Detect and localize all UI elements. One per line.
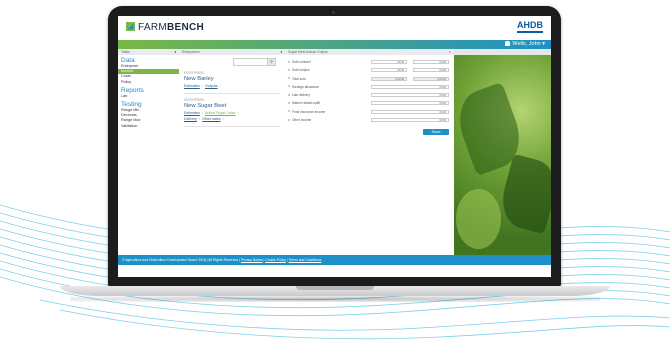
chevron-right-icon: › xyxy=(201,84,203,88)
laptop-notch xyxy=(296,286,374,290)
frost-insurance-income-input[interactable]: 00.00 xyxy=(371,109,449,114)
estimates-link[interactable]: Estimates xyxy=(184,111,200,115)
outputs-link[interactable]: Outputs xyxy=(205,84,218,88)
info-icon xyxy=(288,77,290,80)
item-links: Delivery › Other sales › xyxy=(184,116,280,122)
chevron-right-icon: › xyxy=(201,111,203,115)
nav-section-reports[interactable]: Reports xyxy=(121,87,179,94)
info-icon xyxy=(288,85,290,88)
sold-surplus-value-input[interactable]: 00.00 xyxy=(413,68,449,73)
form-row-total-sold: Total sold 0.00.00 0.00.00 xyxy=(285,75,454,83)
nav-panel: Tasks ◂ Data Enterprise Income Costs Pol… xyxy=(118,49,180,255)
info-icon xyxy=(288,101,290,104)
field-label: Other income xyxy=(292,118,312,123)
search-row: ⚲ xyxy=(179,55,285,67)
chevron-right-icon: › xyxy=(222,117,224,121)
nav-item-validation[interactable]: Validation xyxy=(118,124,179,129)
form-panel-title: Sugar Beet Actual Output xyxy=(288,50,328,54)
other-income-input[interactable]: 00.00 xyxy=(371,118,449,123)
nav-panel-header: Tasks ◂ xyxy=(118,49,179,55)
chevron-right-icon: › xyxy=(219,84,221,88)
form-row-sold-contract: Sold contract 00.00 00.00 xyxy=(285,58,454,66)
field-label: Sold surplus xyxy=(292,68,310,73)
form-panel-header: Sugar Beet Actual Output × xyxy=(285,49,454,55)
nav-item-lab[interactable]: Lab xyxy=(118,94,179,99)
chevron-right-icon: › xyxy=(237,111,239,115)
total-sold-value: 0.00.00 xyxy=(413,76,449,81)
field-label: Sold contract xyxy=(292,60,311,64)
nav-panel-title: Tasks xyxy=(121,50,130,54)
laptop-screen: FARMBENCH AHDB Wells, John ▾ Tasks ◂ Dat… xyxy=(118,16,551,277)
market-related-uplift-input[interactable]: 00.00 xyxy=(371,101,449,106)
field-label: Late delivery xyxy=(292,93,311,98)
sold-contract-tonnes-input[interactable]: 00.00 xyxy=(371,60,407,64)
search-icon[interactable]: ⚲ xyxy=(267,58,276,66)
info-icon xyxy=(288,118,290,121)
field-label: Haulage allowance xyxy=(292,84,319,89)
farmbench-logo[interactable]: FARMBENCH xyxy=(126,22,204,33)
copyright-text: © Agriculture and Horticulture Developme… xyxy=(122,258,240,262)
list-item: ENTERPRISE New Barley Estimates › Outputs › xyxy=(184,71,280,94)
estimates-link[interactable]: Estimates xyxy=(184,84,200,88)
field-label: Market related uplift xyxy=(292,101,320,106)
user-bar: Wells, John ▾ xyxy=(118,40,551,49)
delivery-link[interactable]: Delivery xyxy=(184,117,197,121)
photo-panel-header xyxy=(454,49,551,55)
total-sold-tonnes-value: 0.00.00 xyxy=(371,76,407,81)
form-row-late-delivery: Late delivery 00.00 xyxy=(285,91,454,99)
sugar-beet-form-panel: Sugar Beet Actual Output × Sold contract… xyxy=(285,49,455,255)
list-item: ENTERPRISE New Sugar Beet Estimates › Brit… xyxy=(184,98,280,127)
nav-item-policy[interactable]: Policy xyxy=(118,80,179,85)
brand-farm: FARM xyxy=(138,22,167,33)
privacy-notice-link[interactable]: Privacy Notice xyxy=(241,258,263,262)
brand-bench: BENCH xyxy=(166,22,205,33)
user-icon xyxy=(505,40,511,46)
item-links: Estimates › Outputs › xyxy=(184,83,280,89)
item-title[interactable]: New Sugar Beet xyxy=(184,102,280,110)
other-sales-link[interactable]: Other sales xyxy=(202,117,220,121)
user-menu[interactable]: Wells, John ▾ xyxy=(505,40,545,49)
user-name: Wells, John xyxy=(512,41,541,47)
chevron-right-icon: › xyxy=(198,117,201,121)
list-panel-title: Enterprises xyxy=(182,50,200,54)
leaf-image xyxy=(456,189,501,249)
field-label: Frost insurance income xyxy=(292,109,326,114)
info-icon xyxy=(288,60,290,63)
terms-link[interactable]: Terms and Conditions xyxy=(289,258,322,262)
cookie-policy-link[interactable]: Cookie Policy xyxy=(265,258,286,262)
sold-contract-value-input[interactable]: 00.00 xyxy=(413,60,449,64)
field-label: Total sold xyxy=(292,76,306,81)
haulage-allowance-input[interactable]: 00.00 xyxy=(371,84,449,89)
form-row-frost-insurance-income: Frost insurance income 00.00 xyxy=(285,108,454,116)
item-title[interactable]: New Barley xyxy=(184,75,280,83)
nav-section-data[interactable]: Data xyxy=(121,57,179,64)
laptop-base xyxy=(60,286,610,296)
save-button[interactable]: Save xyxy=(423,129,449,135)
info-icon xyxy=(288,110,290,113)
collapse-icon[interactable]: ◂ xyxy=(174,49,176,55)
ahdb-logo[interactable]: AHDB xyxy=(517,21,543,33)
close-icon[interactable]: × xyxy=(449,49,451,55)
page-bottom xyxy=(118,265,551,277)
form-row-other-income: Other income 00.00 xyxy=(285,116,454,124)
form-row-market-related-uplift: Market related uplift 00.00 xyxy=(285,99,454,107)
info-icon xyxy=(288,93,290,96)
app-header: FARMBENCH AHDB xyxy=(118,16,551,40)
laptop-lid: FARMBENCH AHDB Wells, John ▾ Tasks ◂ Dat… xyxy=(108,6,561,288)
webcam xyxy=(332,11,335,14)
footer: © Agriculture and Horticulture Developme… xyxy=(118,255,551,265)
leaf-logo-icon xyxy=(126,22,135,31)
laptop-shadow xyxy=(70,296,600,302)
form-row-haulage-allowance: Haulage allowance 00.00 xyxy=(285,83,454,91)
info-icon xyxy=(288,68,290,71)
enterprise-list-panel: Enterprises ◂ ⚲ ENTERPRISE New Barley Es… xyxy=(179,49,286,255)
crop-photo-panel xyxy=(454,49,551,255)
form-row-sold-surplus: Sold surplus 00.00 00.00 xyxy=(285,66,454,74)
sold-surplus-tonnes-input[interactable]: 00.00 xyxy=(371,68,407,73)
nav-section-testing[interactable]: Testing xyxy=(121,101,179,108)
british-sugar-sales-link[interactable]: British Sugar Sales xyxy=(205,111,236,115)
late-delivery-input[interactable]: 00.00 xyxy=(371,93,449,98)
